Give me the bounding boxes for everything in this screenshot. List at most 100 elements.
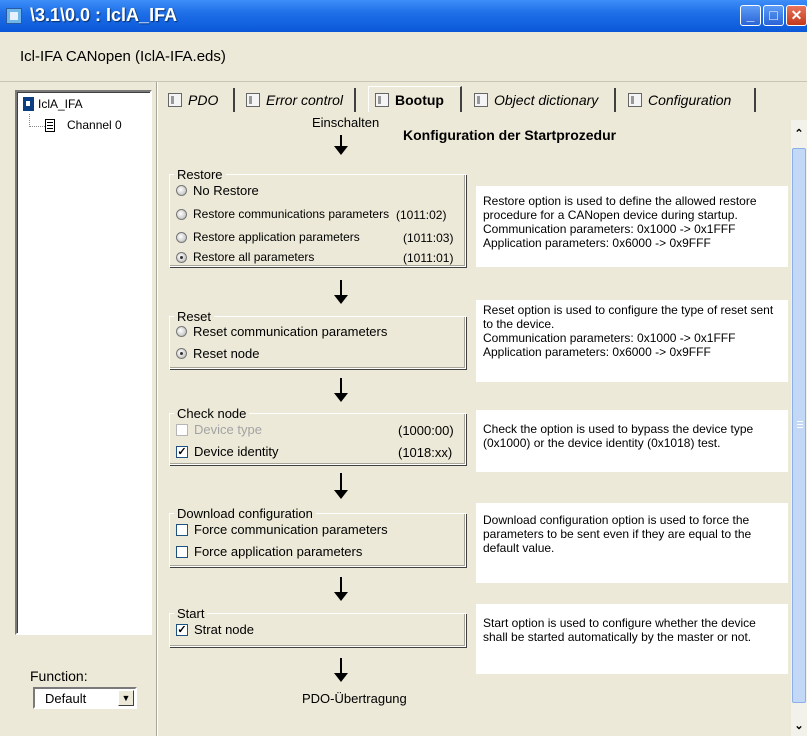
tab-label: PDO xyxy=(188,92,219,108)
device-icon xyxy=(23,97,34,111)
maximize-icon: □ xyxy=(769,7,778,23)
checkbox-force-comm[interactable]: Force communication parameters xyxy=(176,522,388,537)
option-label: Strat node xyxy=(194,622,254,637)
checkbox[interactable] xyxy=(176,545,188,558)
flow-arrow xyxy=(334,280,348,304)
reset-title: Reset xyxy=(174,309,214,324)
tab-pdo[interactable]: PDO xyxy=(162,88,235,112)
close-button[interactable]: ✕ xyxy=(786,5,807,26)
title-bar: \3.1\0.0 : IclA_IFA _ □ ✕ xyxy=(0,0,807,32)
option-label: No Restore xyxy=(193,183,259,198)
reset-group: Reset Reset communication parameters Res… xyxy=(169,309,466,369)
option-label: Restore all parameters xyxy=(193,250,315,264)
checkbox-force-app[interactable]: Force application parameters xyxy=(176,544,362,559)
vertical-scrollbar[interactable]: ⌃ ⌄ xyxy=(791,120,807,736)
radio-button-selected[interactable] xyxy=(176,348,187,359)
scroll-thumb[interactable] xyxy=(792,148,806,703)
tab-page-icon xyxy=(628,93,642,107)
option-label: Device type xyxy=(194,422,262,437)
tab-label: Object dictionary xyxy=(494,92,599,108)
checkbox-start-node[interactable]: ✓ Strat node xyxy=(176,622,254,637)
grip-icon xyxy=(797,421,803,422)
start-label: Einschalten xyxy=(312,115,380,130)
download-config-description: Download configuration option is used to… xyxy=(476,503,788,583)
tab-bar: PDO Error control Bootup Object dictiona… xyxy=(160,84,807,114)
check-node-group: Check node Device type (1000:00) ✓ Device… xyxy=(169,406,466,465)
checkbox-checked[interactable]: ✓ xyxy=(176,445,188,458)
document-icon xyxy=(45,118,55,132)
radio-button-selected[interactable] xyxy=(176,251,187,263)
object-code: (1011:02) xyxy=(396,208,447,222)
radio-no-restore[interactable]: No Restore xyxy=(176,183,259,198)
radio-button[interactable] xyxy=(176,208,187,220)
flow-arrow xyxy=(334,378,348,402)
flow-arrow xyxy=(334,577,348,601)
minimize-icon: _ xyxy=(746,7,755,23)
object-code: (1000:00) xyxy=(398,423,454,438)
radio-restore-app[interactable]: Restore application parameters xyxy=(176,230,360,244)
start-description: Start option is used to configure whethe… xyxy=(476,604,788,674)
radio-button[interactable] xyxy=(176,326,187,337)
radio-button[interactable] xyxy=(176,185,187,196)
minimize-button[interactable]: _ xyxy=(740,5,761,26)
tab-label: Bootup xyxy=(395,91,444,108)
flow-arrow xyxy=(334,135,348,155)
check-node-title: Check node xyxy=(174,406,250,421)
check-node-description: Check the option is used to bypass the d… xyxy=(476,410,788,472)
tab-object-dictionary[interactable]: Object dictionary xyxy=(468,88,616,112)
tab-configuration[interactable]: Configuration xyxy=(622,88,756,112)
start-title: Start xyxy=(174,606,208,621)
tab-error-control[interactable]: Error control xyxy=(240,88,356,112)
tab-label: Error control xyxy=(266,92,344,108)
device-tree[interactable]: IclA_IFA Channel 0 xyxy=(15,90,152,635)
end-label: PDO-Übertragung xyxy=(302,691,407,706)
panel-divider[interactable] xyxy=(156,82,158,736)
checkbox-device-type[interactable]: Device type xyxy=(176,422,262,437)
device-header: Icl-IFA CANopen (IclA-IFA.eds) xyxy=(0,32,807,82)
tab-page-icon xyxy=(246,93,260,107)
window-title: \3.1\0.0 : IclA_IFA xyxy=(30,5,178,25)
app-icon xyxy=(6,8,22,24)
tree-line xyxy=(29,126,45,127)
tab-bootup[interactable]: Bootup xyxy=(368,86,462,112)
tab-page-icon xyxy=(168,93,182,107)
radio-restore-comm[interactable]: Restore communications parameters xyxy=(176,207,389,221)
tree-node-root-label: IclA_IFA xyxy=(38,97,83,111)
tab-page-icon xyxy=(474,93,488,107)
download-config-title: Download configuration xyxy=(174,506,316,521)
tree-node-root[interactable]: IclA_IFA xyxy=(23,97,83,111)
bootup-panel: Einschalten Konfiguration der Startproze… xyxy=(160,115,793,736)
close-icon: ✕ xyxy=(790,7,803,23)
checkbox-checked[interactable]: ✓ xyxy=(176,623,188,636)
option-label: Reset node xyxy=(193,346,260,361)
start-group: Start ✓ Strat node xyxy=(169,606,466,647)
section-heading: Konfiguration der Startprozedur xyxy=(403,127,617,143)
restore-group: Restore No Restore Restore communication… xyxy=(169,167,466,267)
scroll-up-icon[interactable]: ⌃ xyxy=(791,126,807,142)
radio-reset-comm[interactable]: Reset communication parameters xyxy=(176,324,387,339)
radio-reset-node[interactable]: Reset node xyxy=(176,346,260,361)
function-select[interactable]: Default ▼ xyxy=(33,687,137,709)
chevron-down-icon[interactable]: ▼ xyxy=(118,690,134,706)
option-label: Restore application parameters xyxy=(193,230,360,244)
restore-description: Restore option is used to define the all… xyxy=(476,186,788,267)
device-label: Icl-IFA CANopen (IclA-IFA.eds) xyxy=(20,48,226,65)
radio-button[interactable] xyxy=(176,231,187,243)
function-select-value: Default xyxy=(45,691,87,706)
tab-page-icon xyxy=(375,92,389,107)
checkbox-device-identity[interactable]: ✓ Device identity xyxy=(176,444,279,459)
flow-arrow xyxy=(334,658,348,682)
maximize-button[interactable]: □ xyxy=(763,5,784,26)
radio-restore-all[interactable]: Restore all parameters xyxy=(176,250,314,264)
restore-title: Restore xyxy=(174,167,226,182)
object-code: (1011:01) xyxy=(403,251,454,265)
flow-arrow xyxy=(334,473,348,499)
option-label: Force communication parameters xyxy=(194,522,388,537)
reset-description: Reset option is used to configure the ty… xyxy=(476,300,788,382)
option-label: Restore communications parameters xyxy=(193,207,390,221)
checkbox[interactable] xyxy=(176,423,188,436)
scroll-down-icon[interactable]: ⌄ xyxy=(791,718,807,734)
tree-node-channel[interactable]: Channel 0 xyxy=(45,118,122,132)
option-label: Reset communication parameters xyxy=(193,324,388,339)
checkbox[interactable] xyxy=(176,523,188,536)
